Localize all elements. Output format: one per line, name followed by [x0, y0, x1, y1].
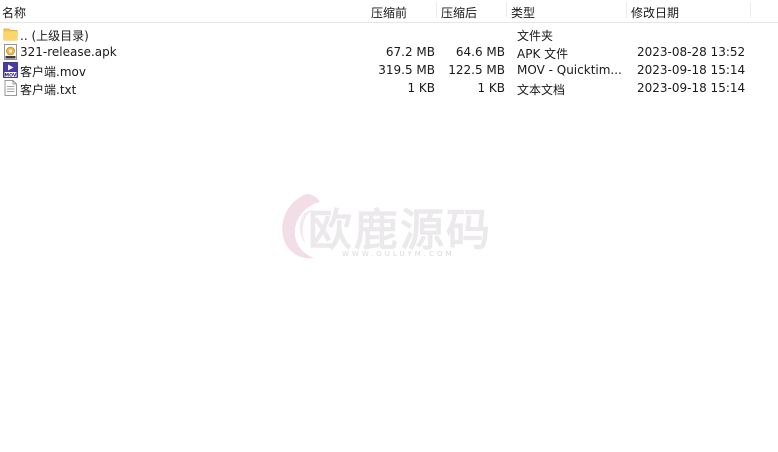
file-type: MOV - Quicktim...	[517, 63, 622, 77]
text-file-icon	[3, 80, 18, 96]
column-separator[interactable]	[436, 2, 437, 18]
file-row-apk[interactable]: 321-release.apk 67.2 MB 64.6 MB APK 文件 2…	[0, 43, 778, 61]
file-name: 客户端.mov	[20, 65, 86, 79]
file-size-after: 1 KB	[477, 81, 505, 95]
column-modified[interactable]: 修改日期	[631, 4, 679, 21]
file-name: 客户端.txt	[20, 83, 77, 97]
file-row-parent[interactable]: .. (上级目录) 文件夹	[0, 25, 778, 43]
folder-icon	[3, 26, 18, 42]
watermark-text: 欧鹿源码	[308, 205, 492, 256]
watermark-subtext: WWW.OULUYM.COM	[342, 250, 455, 258]
watermark: 欧鹿源码 WWW.OULUYM.COM	[276, 190, 516, 270]
mov-file-icon: MOV	[3, 62, 18, 78]
file-modified: 2023-09-18 15:14	[637, 63, 746, 77]
file-size-after: 122.5 MB	[448, 63, 505, 77]
file-modified: 2023-08-28 13:52	[637, 45, 746, 59]
svg-text:MOV: MOV	[5, 72, 17, 78]
file-name: 321-release.apk	[20, 45, 117, 59]
apk-file-icon	[3, 44, 18, 60]
file-type: 文本文档	[517, 83, 566, 97]
file-size-before: 67.2 MB	[385, 45, 435, 59]
column-compressed-before[interactable]: 压缩前	[371, 4, 407, 21]
column-separator[interactable]	[626, 2, 627, 18]
watermark-logo-icon	[282, 194, 320, 259]
column-compressed-after[interactable]: 压缩后	[441, 4, 477, 21]
file-modified: 2023-09-18 15:14	[637, 81, 746, 95]
file-row-mov[interactable]: MOV 客户端.mov 319.5 MB 122.5 MB MOV - Quic…	[0, 61, 778, 79]
column-separator[interactable]	[750, 2, 751, 18]
file-type: 文件夹	[517, 29, 554, 43]
file-type: APK 文件	[517, 47, 569, 61]
file-size-before: 1 KB	[407, 81, 435, 95]
column-header: 名称 压缩前 压缩后 类型 修改日期	[0, 0, 778, 23]
file-name: .. (上级目录)	[20, 29, 89, 43]
column-type[interactable]: 类型	[511, 4, 535, 21]
file-size-after: 64.6 MB	[455, 45, 505, 59]
column-separator[interactable]	[506, 2, 507, 18]
column-name[interactable]: 名称	[2, 4, 26, 21]
file-size-before: 319.5 MB	[378, 63, 435, 77]
file-row-txt[interactable]: 客户端.txt 1 KB 1 KB 文本文档 2023-09-18 15:14	[0, 79, 778, 97]
